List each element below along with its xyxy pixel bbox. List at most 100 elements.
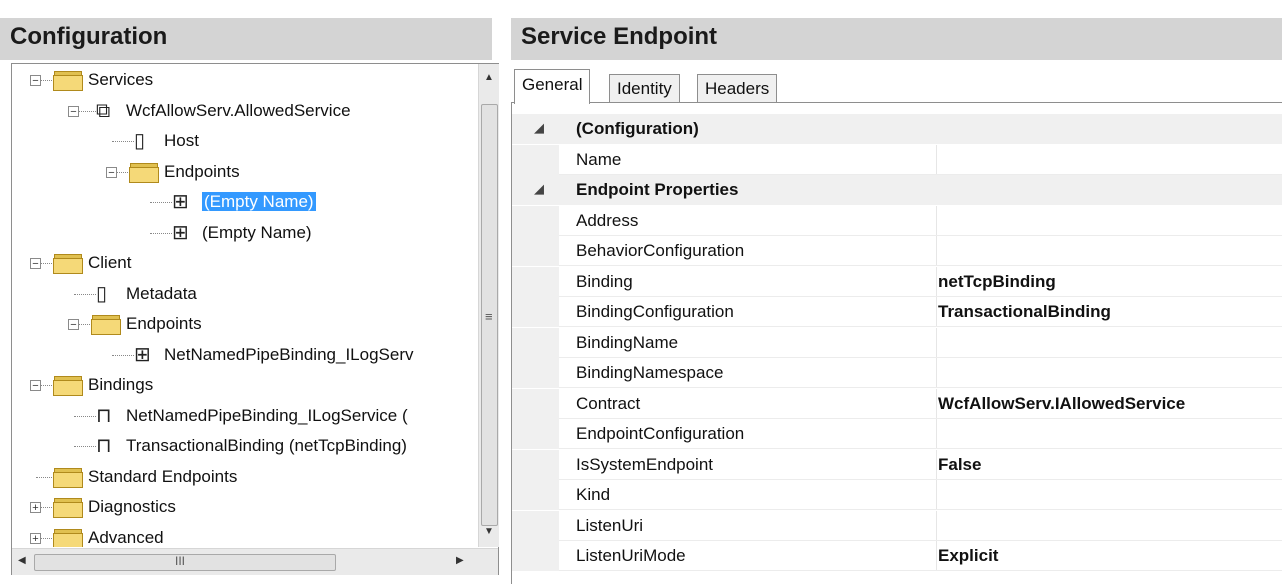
property-gutter <box>512 480 559 510</box>
tree-node-label[interactable]: Client <box>88 249 131 277</box>
property-gutter <box>512 541 559 571</box>
tree-node-label[interactable]: Endpoints <box>126 310 202 338</box>
document-icon: ▯ <box>134 130 146 152</box>
folder-icon <box>52 375 83 396</box>
property-row[interactable]: Kind <box>512 480 1282 510</box>
property-row[interactable]: ListenUriMode Explicit <box>512 541 1282 571</box>
property-name: EndpointConfiguration <box>576 424 745 443</box>
property-row[interactable]: BindingName <box>512 327 1282 358</box>
property-row[interactable]: Binding netTcpBinding <box>512 266 1282 297</box>
tree-vertical-scroll-thumb[interactable]: ≡ <box>481 104 498 526</box>
scroll-up-arrow-icon[interactable]: ▲ <box>484 72 494 83</box>
property-name: Contract <box>576 393 641 413</box>
tree-node-label[interactable]: NetNamedPipeBinding_ILogService ( <box>126 402 408 430</box>
tree-expand-icon[interactable]: + <box>30 532 41 544</box>
property-gutter <box>512 327 559 358</box>
property-name: IsSystemEndpoint <box>576 454 714 474</box>
selected-tree-node-text: (Empty Name) <box>202 192 316 211</box>
property-row[interactable]: Address <box>512 205 1282 236</box>
property-row[interactable]: IsSystemEndpoint False <box>512 449 1282 480</box>
property-value[interactable]: Explicit <box>938 541 998 571</box>
property-column-divider <box>936 358 937 388</box>
tree-connector-line <box>112 141 134 142</box>
tree-node-label[interactable]: Standard Endpoints <box>88 463 237 491</box>
property-category-row[interactable]: ◢ (Configuration) <box>512 114 1282 144</box>
tab-headers[interactable]: Headers <box>697 74 778 104</box>
tree-collapse-icon[interactable]: − <box>68 105 79 117</box>
tree-node-label[interactable]: TransactionalBinding (netTcpBinding) <box>126 432 407 460</box>
tree-collapse-icon[interactable]: − <box>30 380 41 392</box>
tree-node-text: TransactionalBinding (netTcpBinding) <box>126 436 407 455</box>
tree-node-text: Host <box>164 131 199 150</box>
tab-identity[interactable]: Identity <box>609 74 680 104</box>
tree-connector-line <box>74 415 96 417</box>
property-name: BindingName <box>576 332 679 352</box>
tree-node-label[interactable]: Host <box>164 127 199 155</box>
property-category-row[interactable]: ◢ Endpoint Properties <box>512 175 1282 205</box>
tab-general[interactable]: General <box>514 69 591 104</box>
property-row[interactable]: Contract WcfAllowServ.IAllowedService <box>512 388 1282 419</box>
tree-vertical-scrollbar[interactable]: ▲ ≡ ▼ <box>478 64 499 547</box>
property-gutter <box>512 510 559 541</box>
tree-node-text: Advanced <box>88 527 164 547</box>
tree-horizontal-scrollbar[interactable]: ◀ III ▶ <box>12 548 498 575</box>
configuration-tree[interactable]: − Services − ⧉ WcfAllowServ.AllowedService ▯ H… <box>12 64 477 547</box>
property-gutter <box>512 144 559 175</box>
tree-node-label[interactable]: Endpoints <box>164 158 240 186</box>
tree-collapse-icon[interactable]: − <box>30 75 41 87</box>
property-column-divider <box>936 297 937 327</box>
property-name: BindingConfiguration <box>576 302 734 321</box>
property-name: BehaviorConfiguration <box>576 241 745 260</box>
tree-connector-line <box>74 293 96 295</box>
property-row[interactable]: ListenUri <box>512 510 1282 541</box>
property-column-divider <box>936 449 937 480</box>
tree-horizontal-scroll-thumb[interactable]: III <box>34 554 336 571</box>
tree-node-text: WcfAllowServ.AllowedService <box>126 100 351 120</box>
property-column-divider <box>936 510 937 541</box>
tree-collapse-icon[interactable]: − <box>30 258 41 270</box>
scroll-left-arrow-icon[interactable]: ◀ <box>18 555 26 566</box>
tree-node-text: Diagnostics <box>88 497 176 516</box>
scroll-grip-icon: ≡ <box>485 309 493 324</box>
property-row[interactable]: BindingNamespace <box>512 358 1282 388</box>
scroll-down-arrow-icon[interactable]: ▼ <box>484 526 494 537</box>
tree-node-label[interactable]: NetNamedPipeBinding_ILogServ <box>164 341 414 369</box>
property-name: ListenUriMode <box>576 546 686 565</box>
tree-node-text: (Empty Name) <box>202 222 312 242</box>
tree-node-label[interactable]: WcfAllowServ.AllowedService <box>126 97 351 125</box>
tree-node-label[interactable]: Metadata <box>126 280 197 308</box>
tree-node-label[interactable]: Services <box>88 66 153 94</box>
tree-node-label[interactable]: Advanced <box>88 524 164 548</box>
tree-node-label[interactable]: (Empty Name) <box>202 219 312 247</box>
property-row[interactable]: BindingConfiguration TransactionalBinding <box>512 297 1282 327</box>
property-column-divider <box>936 480 937 510</box>
property-row[interactable]: EndpointConfiguration <box>512 419 1282 449</box>
property-value[interactable]: WcfAllowServ.IAllowedService <box>938 389 1185 419</box>
tree-node-label[interactable]: Bindings <box>88 371 153 399</box>
property-value[interactable]: False <box>938 450 981 480</box>
category-collapse-icon[interactable]: ◢ <box>534 120 544 136</box>
category-collapse-icon[interactable]: ◢ <box>534 181 544 197</box>
scroll-right-arrow-icon[interactable]: ▶ <box>456 555 464 566</box>
tree-collapse-icon[interactable]: − <box>106 166 117 178</box>
property-row[interactable]: Name <box>512 144 1282 175</box>
property-column-divider <box>936 266 937 297</box>
property-value[interactable]: netTcpBinding <box>938 267 1056 297</box>
tree-node-label[interactable]: (Empty Name) <box>202 188 316 216</box>
tree-connector-line <box>112 354 134 356</box>
property-row[interactable]: BehaviorConfiguration <box>512 236 1282 266</box>
property-value[interactable]: TransactionalBinding <box>938 297 1111 327</box>
property-column-divider <box>936 144 937 175</box>
property-gutter <box>512 388 559 419</box>
hscroll-grip-icon: III <box>175 554 186 568</box>
tree-node-text: Services <box>88 70 154 89</box>
tree-node-label[interactable]: Diagnostics <box>88 493 176 521</box>
property-name: Address <box>576 210 639 230</box>
folder-icon <box>128 162 159 183</box>
folder-icon <box>52 253 83 274</box>
property-name: (Configuration) <box>576 119 699 138</box>
folder-icon <box>52 528 83 547</box>
tree-collapse-icon[interactable]: − <box>68 319 79 331</box>
tree-expand-icon[interactable]: + <box>30 502 41 514</box>
property-row-divider <box>559 570 1282 571</box>
